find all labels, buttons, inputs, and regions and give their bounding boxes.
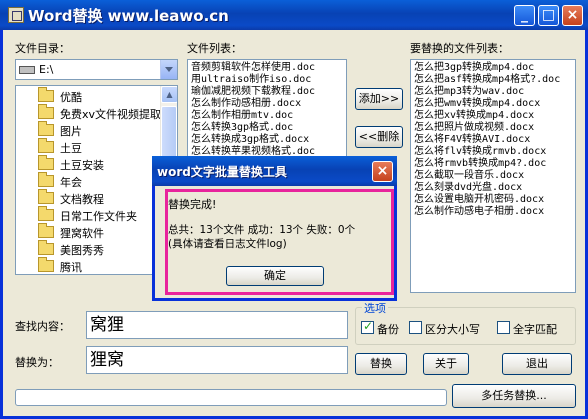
whole-word-label: 全字匹配 <box>513 323 557 336</box>
scroll-up-icon[interactable]: ▲ <box>161 86 177 103</box>
replace-list-item[interactable]: 怎么把xv转换成mp4.docx <box>414 110 534 122</box>
replace-list-item[interactable]: 怎么截取一段音乐.docx <box>414 170 524 182</box>
completion-dialog: word文字批量替换工具 × 替换完成! 总共：13个文件 成功：13个 失败：… <box>152 156 397 301</box>
backup-label: 备份 <box>377 323 399 336</box>
backup-checkbox[interactable] <box>361 319 374 334</box>
replace-list-item[interactable]: 怎么刻录dvd光盘.docx <box>414 182 522 194</box>
drive-icon <box>19 66 35 74</box>
tree-item-label: 免费xv文件视频提取 <box>60 108 162 121</box>
drive-select[interactable]: E:\ <box>15 59 178 80</box>
dialog-log-note: (具体请查看日志文件log) <box>168 238 287 250</box>
close-button[interactable]: × <box>562 5 583 26</box>
multi-task-button[interactable]: 多任务替换... <box>452 384 576 408</box>
tree-item-label: 优酷 <box>60 91 82 104</box>
app-icon <box>8 7 24 23</box>
folder-icon <box>38 257 54 272</box>
file-list-item[interactable]: 怎么制作动感相册.docx <box>191 98 301 110</box>
delete-button[interactable]: <<删除 <box>355 126 403 148</box>
file-list-item[interactable]: 怎么转换成3gp格式.docx <box>191 134 309 146</box>
folder-icon <box>38 223 54 238</box>
title-bar[interactable]: Word替换 www.leawo.cn _ □ × <box>0 0 588 30</box>
tree-item[interactable]: 年会 <box>16 172 160 190</box>
whole-word-checkbox[interactable] <box>497 321 510 334</box>
folder-icon <box>38 104 54 119</box>
tree-item-label: 土豆 <box>60 142 82 155</box>
find-input[interactable]: 窝狸 <box>86 311 348 339</box>
folder-icon <box>38 172 54 187</box>
folder-icon <box>38 155 54 170</box>
tree-item-label: 图片 <box>60 125 82 138</box>
folder-icon <box>38 189 54 204</box>
folder-icon <box>38 138 54 153</box>
replace-input[interactable]: 狸窝 <box>86 346 348 374</box>
folder-icon <box>38 240 54 255</box>
tree-item[interactable]: 免费xv文件视频提取 <box>16 104 162 122</box>
replace-list-item[interactable]: 怎么将F4V转换AVI.docx <box>414 134 530 146</box>
exit-button[interactable]: 退出 <box>502 353 572 375</box>
about-button[interactable]: 关于 <box>423 353 469 375</box>
find-label: 查找内容： <box>15 320 70 333</box>
replace-button[interactable]: 替换 <box>355 353 407 375</box>
tree-item-label: 年会 <box>60 176 82 189</box>
replace-list-item[interactable]: 怎么把mp3转为wav.doc <box>414 86 524 98</box>
options-label: 选项 <box>362 300 388 316</box>
add-button[interactable]: 添加>> <box>355 88 403 110</box>
file-list-item[interactable]: 音频剪辑软件怎样使用.doc <box>191 62 315 74</box>
ok-button[interactable]: 确定 <box>226 266 324 286</box>
tree-item-label: 腾讯 <box>60 261 82 274</box>
dialog-close-button[interactable]: × <box>372 161 393 182</box>
tree-item[interactable]: 日常工作文件夹 <box>16 206 160 224</box>
folder-icon <box>38 206 54 221</box>
tree-item[interactable]: 土豆 <box>16 138 160 156</box>
tree-item-label: 日常工作文件夹 <box>60 210 137 223</box>
replace-file-list[interactable]: 怎么把3gp转换成mp4.doc 怎么把asf转换成mp4格式?.doc 怎么把mp… <box>410 59 576 293</box>
dialog-summary: 总共：13个文件 成功：13个 失败：0个 <box>168 224 356 236</box>
replace-list-item[interactable]: 怎么将rmvb转换成mp4?.doc <box>414 158 546 170</box>
file-list-item[interactable]: 怎么制作相册mtv.doc <box>191 110 293 122</box>
replace-label: 替换为： <box>15 356 59 369</box>
folder-icon <box>38 87 54 102</box>
case-sensitive-checkbox[interactable] <box>409 321 422 334</box>
tree-item[interactable]: 腾讯 <box>16 257 160 274</box>
maximize-button[interactable]: □ <box>538 5 559 26</box>
file-list-item[interactable]: 怎么转换3gp格式.doc <box>191 122 293 134</box>
replace-list-item[interactable]: 怎么设置电脑开机密码.docx <box>414 194 544 206</box>
file-dir-label: 文件目录： <box>15 42 70 55</box>
tree-item[interactable]: 图片 <box>16 121 160 139</box>
dialog-title: word文字批量替换工具 <box>157 165 287 179</box>
progress-bar <box>15 389 447 406</box>
replace-list-item[interactable]: 怎么把asf转换成mp4格式?.doc <box>414 74 560 86</box>
case-sensitive-label: 区分大小写 <box>425 323 480 336</box>
tree-item[interactable]: 优酷 <box>16 87 160 105</box>
tree-item[interactable]: 土豆安装 <box>16 155 160 173</box>
replace-list-item[interactable]: 怎么将flv转换成rmvb.docx <box>414 146 546 158</box>
tree-item-label: 美图秀秀 <box>60 244 104 257</box>
replace-list-item[interactable]: 怎么把照片做成视频.docx <box>414 122 534 134</box>
tree-item[interactable]: 狸窝软件 <box>16 223 160 241</box>
minimize-button[interactable]: _ <box>514 5 535 26</box>
file-list-item[interactable]: 瑜伽减肥视频下载教程.doc <box>191 86 315 98</box>
replace-list-label: 要替换的文件列表： <box>410 42 509 55</box>
dialog-title-bar[interactable]: word文字批量替换工具 × <box>152 156 397 186</box>
file-list-label: 文件列表： <box>187 42 242 55</box>
tree-item-label: 文档教程 <box>60 193 104 206</box>
replace-list-item[interactable]: 怎么把wmv转换成mp4.docx <box>414 98 540 110</box>
tree-item-label: 土豆安装 <box>60 159 104 172</box>
tree-item-label: 狸窝软件 <box>60 227 104 240</box>
tree-item[interactable]: 美图秀秀 <box>16 240 160 258</box>
folder-icon <box>38 121 54 136</box>
replace-list-item[interactable]: 怎么把3gp转换成mp4.doc <box>414 62 534 74</box>
chevron-down-icon[interactable] <box>160 60 177 79</box>
dialog-message-title: 替换完成! <box>168 198 217 211</box>
drive-value: E:\ <box>39 63 54 76</box>
replace-list-item[interactable]: 怎么制作动感电子相册.docx <box>414 206 544 218</box>
tree-item[interactable]: 文档教程 <box>16 189 160 207</box>
file-list-item[interactable]: 用ultraiso制作iso.doc <box>191 74 311 86</box>
window-title: Word替换 www.leawo.cn <box>28 7 229 25</box>
